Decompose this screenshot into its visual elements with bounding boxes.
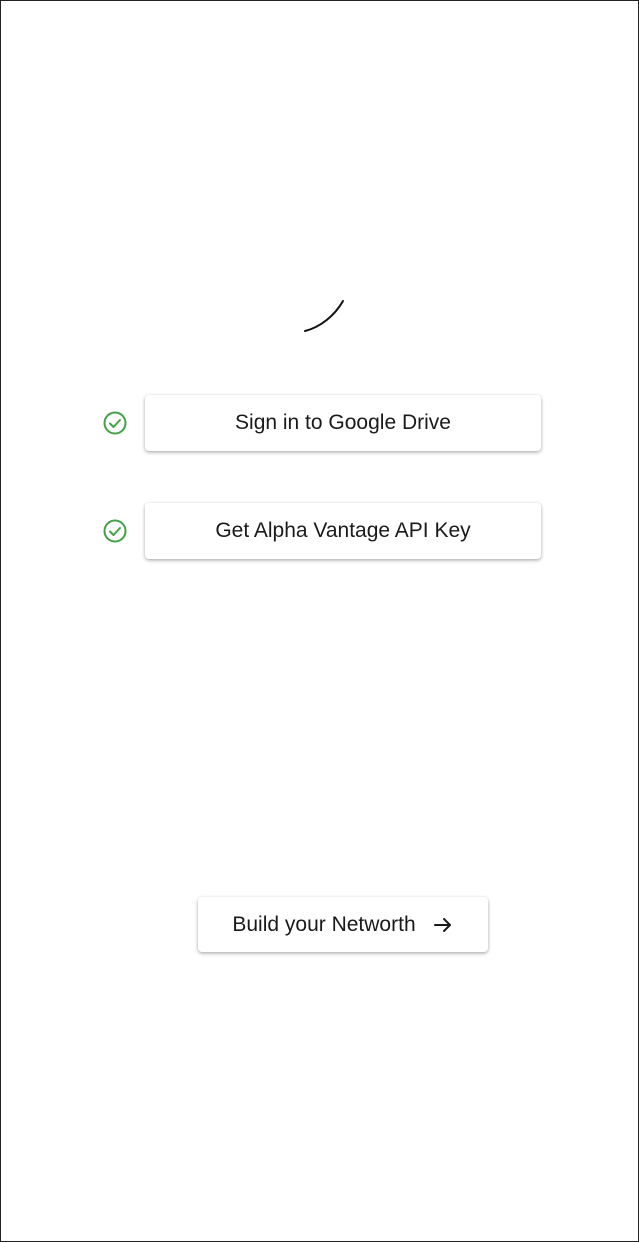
loading-spinner-icon [304, 300, 344, 332]
alpha-vantage-step: Get Alpha Vantage API Key [101, 502, 541, 560]
build-networth-button[interactable]: Build your Networth [198, 897, 488, 952]
setup-screen: Sign in to Google Drive Get Alpha Vantag… [0, 0, 639, 1242]
google-drive-step: Sign in to Google Drive [101, 394, 541, 452]
check-circle-icon [101, 517, 129, 545]
arrow-right-icon [432, 914, 454, 936]
get-api-key-button[interactable]: Get Alpha Vantage API Key [145, 503, 541, 559]
sign-in-google-drive-button[interactable]: Sign in to Google Drive [145, 395, 541, 451]
get-api-key-label: Get Alpha Vantage API Key [215, 519, 471, 542]
build-networth-label: Build your Networth [232, 912, 416, 936]
sign-in-google-drive-label: Sign in to Google Drive [235, 411, 451, 434]
check-circle-icon [101, 409, 129, 437]
